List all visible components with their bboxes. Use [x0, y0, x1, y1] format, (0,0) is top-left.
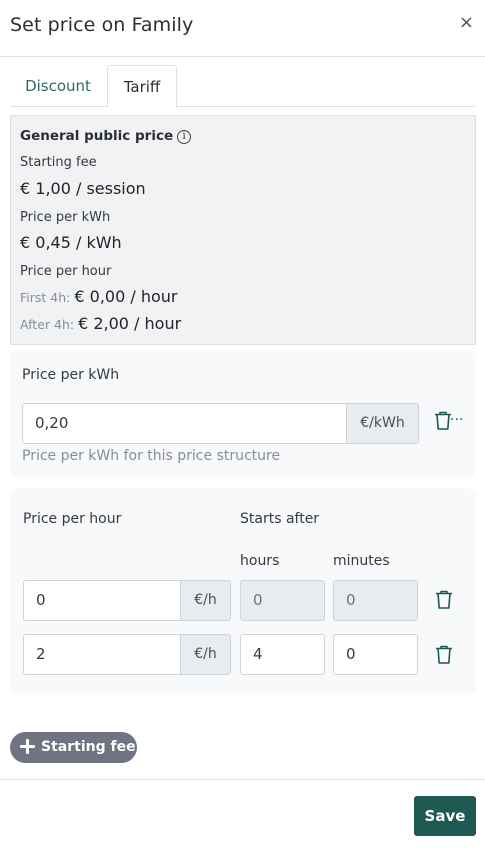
footer-divider [0, 779, 485, 780]
first-hours-value: First 4h: € 0,00 / hour [20, 287, 177, 306]
kwh-unit-addon: €/kWh [347, 403, 419, 444]
kwh-label: Price per kWh [20, 210, 111, 225]
tab-bar: Discount Tariff [10, 65, 475, 108]
hour-price-label: Price per hour [23, 511, 122, 527]
kwh-help-text: Price per kWh for this price structure [22, 448, 281, 464]
first-hours-price: € 0,00 / hour [74, 287, 178, 306]
general-public-price-panel: General public price i Starting fee € 1,0… [10, 115, 476, 345]
starting-fee-label: Starting fee [20, 155, 97, 170]
hours-label: hours [240, 553, 280, 569]
trash-icon[interactable] [435, 645, 453, 665]
info-icon[interactable]: i [177, 130, 192, 144]
dialog-title: Set price on Family [10, 14, 194, 36]
hours-input-2[interactable]: 4 [240, 634, 325, 675]
save-button[interactable]: Save [414, 796, 476, 836]
kwh-value: € 0,45 / kWh [20, 233, 122, 252]
after-hours-prefix: After 4h: [20, 317, 75, 332]
first-hours-prefix: First 4h: [20, 290, 71, 305]
hour-price-card: Price per hour Starts after hours minute… [10, 488, 476, 695]
minutes-input-1: 0 [333, 580, 418, 621]
after-hours-price: € 2,00 / hour [78, 314, 182, 333]
starts-after-label: Starts after [240, 511, 320, 527]
hour-price-input-1[interactable]: 0 [23, 580, 181, 621]
public-price-title: General public price i [20, 128, 192, 144]
hour-price-input-2[interactable]: 2 [23, 634, 181, 675]
hour-unit-addon-1: €/h [181, 580, 231, 621]
minutes-label: minutes [333, 553, 390, 569]
hours-input-1: 0 [240, 580, 325, 621]
trash-icon[interactable] [435, 590, 453, 610]
starting-fee-value: € 1,00 / session [20, 179, 146, 198]
kwh-price-card: Price per kWh 0,20 €/kWh ... Price per k… [10, 350, 476, 477]
hour-label: Price per hour [20, 264, 112, 279]
tab-tariff[interactable]: Tariff [107, 65, 177, 108]
plus-icon [20, 739, 35, 754]
trash-overflow-dots: ... [450, 408, 464, 424]
public-price-title-text: General public price [20, 128, 174, 144]
minutes-input-2[interactable]: 0 [333, 634, 418, 675]
dialog-header: Set price on Family × [0, 0, 485, 57]
add-starting-fee-button[interactable]: Starting fee [10, 732, 137, 763]
close-icon[interactable]: × [459, 13, 474, 33]
kwh-price-input[interactable]: 0,20 [22, 403, 347, 444]
hour-unit-addon-2: €/h [181, 634, 231, 675]
after-hours-value: After 4h: € 2,00 / hour [20, 314, 181, 333]
starting-fee-button-label: Starting fee [41, 739, 136, 755]
kwh-price-label: Price per kWh [22, 367, 120, 383]
tab-discount[interactable]: Discount [10, 65, 106, 107]
